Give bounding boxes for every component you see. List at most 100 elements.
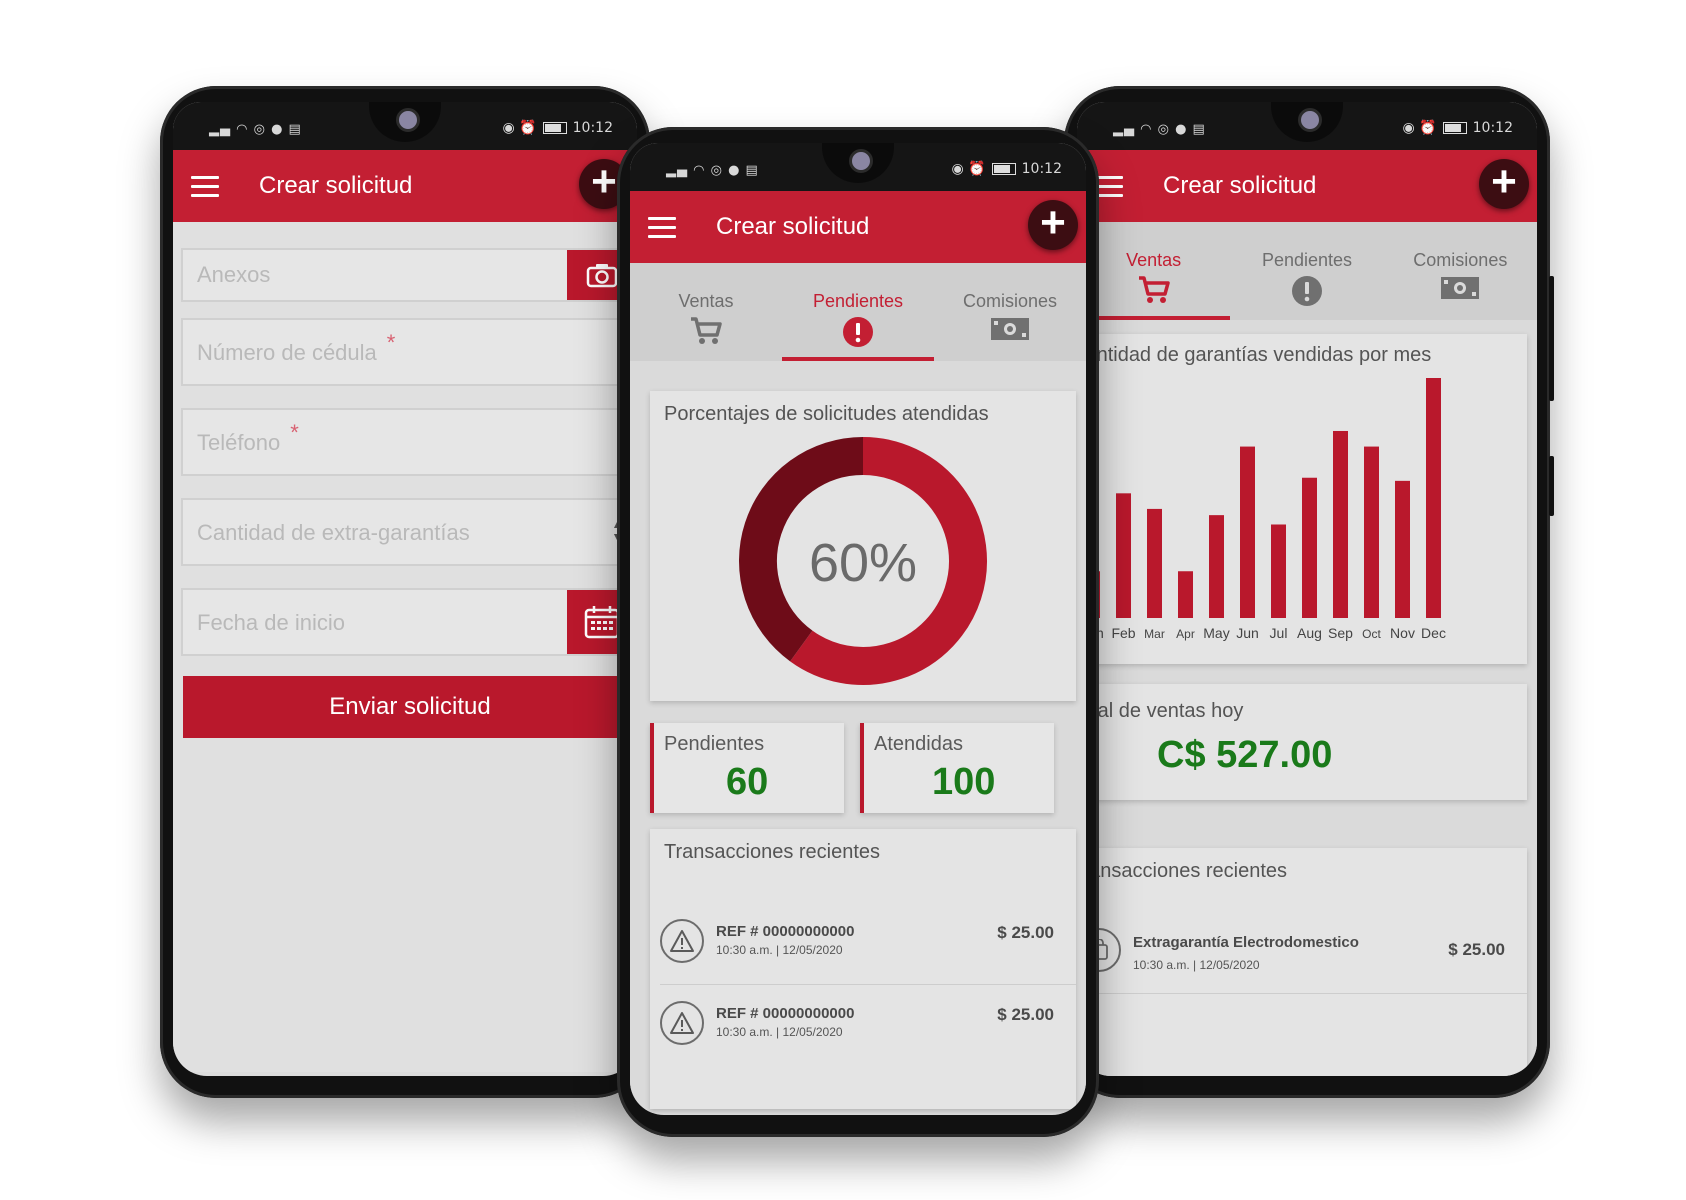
bar-apr <box>1178 571 1193 618</box>
transaction-ref: REF # 00000000000 <box>716 1005 855 1022</box>
divider <box>660 984 1076 985</box>
transaction-row[interactable]: REF # 00000000000 10:30 a.m. | 12/05/202… <box>650 905 1076 985</box>
total-ventas-label: Total de ventas hoy <box>1077 700 1244 722</box>
tab-pendientes[interactable]: Pendientes <box>1230 222 1383 320</box>
donut-chart: 60% <box>739 437 987 685</box>
recent-transactions-card: Transacciones recientes REF # 0000000000… <box>650 829 1076 1109</box>
bar-oct <box>1364 446 1379 618</box>
transaction-date: 10:30 a.m. | 12/05/2020 <box>716 1025 843 1039</box>
bar-chart-title: Cantidad de garantías vendidas por mes <box>1077 344 1432 366</box>
tab-comisiones[interactable]: Comisiones <box>1384 222 1537 320</box>
alert-icon <box>843 317 873 347</box>
status-icons-right: ◉ ⏰ 10:12 <box>1402 120 1513 136</box>
bar-chart: JanFebMarAprMayJunJulAugSepOctNovDec <box>1081 378 1446 641</box>
x-tick-label: Apr <box>1176 627 1195 641</box>
x-tick-label: Oct <box>1362 627 1381 641</box>
donut-chart-title: Porcentajes de solicitudes atendidas <box>664 403 989 425</box>
volume-button <box>1549 276 1554 401</box>
screen-right: ▂▄ ◠ ◎ ● ▤ ◉ ⏰ 10:12 Crear solicitud + V… <box>1077 102 1537 1076</box>
bar-jun <box>1240 446 1255 618</box>
stat-pendientes-value: 60 <box>726 761 769 803</box>
form-area: Anexos Número de cédula * Teléfono * Canti… <box>173 222 637 1072</box>
pendientes-content: Ventas Pendientes Comisiones Porcentajes… <box>630 263 1086 1113</box>
cart-icon <box>1138 276 1170 303</box>
stat-pendientes-label: Pendientes <box>664 733 765 755</box>
tab-bar: Ventas Pendientes Comisiones <box>630 263 1086 361</box>
recent-transactions-title: Transacciones recientes <box>664 841 881 863</box>
menu-icon[interactable] <box>1095 176 1123 203</box>
donut-chart-card: Porcentajes de solicitudes atendidas 60% <box>650 391 1076 701</box>
x-tick-label: May <box>1203 625 1229 641</box>
transaction-date: 10:30 a.m. | 12/05/2020 <box>1133 958 1260 972</box>
add-button[interactable]: + <box>1479 159 1529 209</box>
app-bar: Crear solicitud + <box>173 150 637 222</box>
tab-comisiones-label: Comisiones <box>962 291 1058 311</box>
anexos-field[interactable]: Anexos <box>181 248 637 302</box>
ventas-content: Ventas Pendientes Comisiones Cantidad de… <box>1077 222 1537 1076</box>
stat-pendientes: Pendientes 60 <box>650 723 844 813</box>
transaction-row[interactable]: REF # 00000000000 10:30 a.m. | 12/05/202… <box>650 987 1076 1067</box>
x-tick-label: Jul <box>1270 625 1288 641</box>
bar-sep <box>1333 430 1348 618</box>
extra-placeholder: Cantidad de extra-garantías <box>197 520 470 545</box>
tab-pendientes[interactable]: Pendientes <box>782 263 934 361</box>
tab-comisiones[interactable]: Comisiones <box>934 263 1086 361</box>
page-title: Crear solicitud <box>1163 172 1317 199</box>
money-icon <box>991 318 1029 340</box>
battery-icon <box>1442 122 1467 134</box>
warning-icon <box>660 1001 704 1045</box>
transaction-date: 10:30 a.m. | 12/05/2020 <box>716 943 843 957</box>
power-button <box>1549 456 1554 516</box>
tab-ventas-label: Ventas <box>678 291 734 311</box>
status-time: 10:12 <box>1472 120 1513 136</box>
calendar-icon <box>584 606 620 639</box>
app-bar: Crear solicitud + <box>630 191 1086 263</box>
bar-nov <box>1395 480 1410 618</box>
required-mark: * <box>290 420 299 445</box>
extra-garantias-field[interactable]: Cantidad de extra-garantías ▲▼ <box>181 498 637 566</box>
cedula-placeholder: Número de cédula <box>197 340 377 365</box>
stat-atendidas-label: Atendidas <box>874 733 963 755</box>
add-button[interactable]: + <box>1028 200 1078 250</box>
stat-atendidas: Atendidas 100 <box>860 723 1054 813</box>
transaction-amount: $ 25.00 <box>997 1005 1054 1024</box>
bar-jul <box>1271 524 1286 618</box>
fecha-field[interactable]: Fecha de inicio <box>181 588 637 656</box>
tab-pendientes-label: Pendientes <box>812 291 904 311</box>
enviar-solicitud-button[interactable]: Enviar solicitud <box>183 676 637 738</box>
menu-icon[interactable] <box>648 217 676 244</box>
status-time: 10:12 <box>1021 161 1062 177</box>
page-title: Crear solicitud <box>716 213 870 240</box>
tab-ventas[interactable]: Ventas <box>630 263 782 361</box>
telefono-field[interactable]: Teléfono * <box>181 408 637 476</box>
x-tick-label: Aug <box>1297 625 1322 641</box>
warning-icon <box>660 919 704 963</box>
phone-left: ▂▄ ◠ ◎ ● ▤ ◉ ⏰ 10:12 Crear solicitud + A… <box>160 86 650 1098</box>
status-bar: ▂▄ ◠ ◎ ● ▤ ◉ ⏰ 10:12 <box>630 143 1086 191</box>
tab-ventas-label: Ventas <box>1126 250 1182 270</box>
cedula-field[interactable]: Número de cédula * <box>181 318 637 386</box>
money-icon <box>1441 277 1480 299</box>
cart-icon <box>691 317 722 344</box>
status-icons-left: ▂▄ ◠ ◎ ● ▤ <box>1113 122 1206 137</box>
transaction-amount: $ 25.00 <box>1448 940 1505 959</box>
screen-left: ▂▄ ◠ ◎ ● ▤ ◉ ⏰ 10:12 Crear solicitud + A… <box>173 102 637 1076</box>
battery-icon <box>542 122 567 134</box>
fecha-placeholder: Fecha de inicio <box>197 610 345 635</box>
x-tick-label: Sep <box>1328 625 1353 641</box>
divider <box>1077 993 1527 994</box>
status-bar: ▂▄ ◠ ◎ ● ▤ ◉ ⏰ 10:12 <box>1077 102 1537 150</box>
total-ventas-value: C$ 527.00 <box>1157 734 1333 776</box>
stat-atendidas-value: 100 <box>932 761 996 803</box>
screen-center: ▂▄ ◠ ◎ ● ▤ ◉ ⏰ 10:12 Crear solicitud + V… <box>630 143 1086 1115</box>
tab-ventas[interactable]: Ventas <box>1077 222 1231 320</box>
menu-icon[interactable] <box>191 176 219 203</box>
recent-transactions-card: Transacciones recientes Extragarantía El… <box>1077 848 1527 1076</box>
recent-transactions-title: Transacciones recientes <box>1077 860 1288 882</box>
transaction-row[interactable]: Extragarantía Electrodomestico 10:30 a.m… <box>1077 914 1527 994</box>
status-bar: ▂▄ ◠ ◎ ● ▤ ◉ ⏰ 10:12 <box>173 102 637 150</box>
camera-icon <box>586 264 618 288</box>
required-mark: * <box>386 330 396 355</box>
bar-mar <box>1147 508 1162 618</box>
x-tick-label: Mar <box>1144 627 1165 641</box>
